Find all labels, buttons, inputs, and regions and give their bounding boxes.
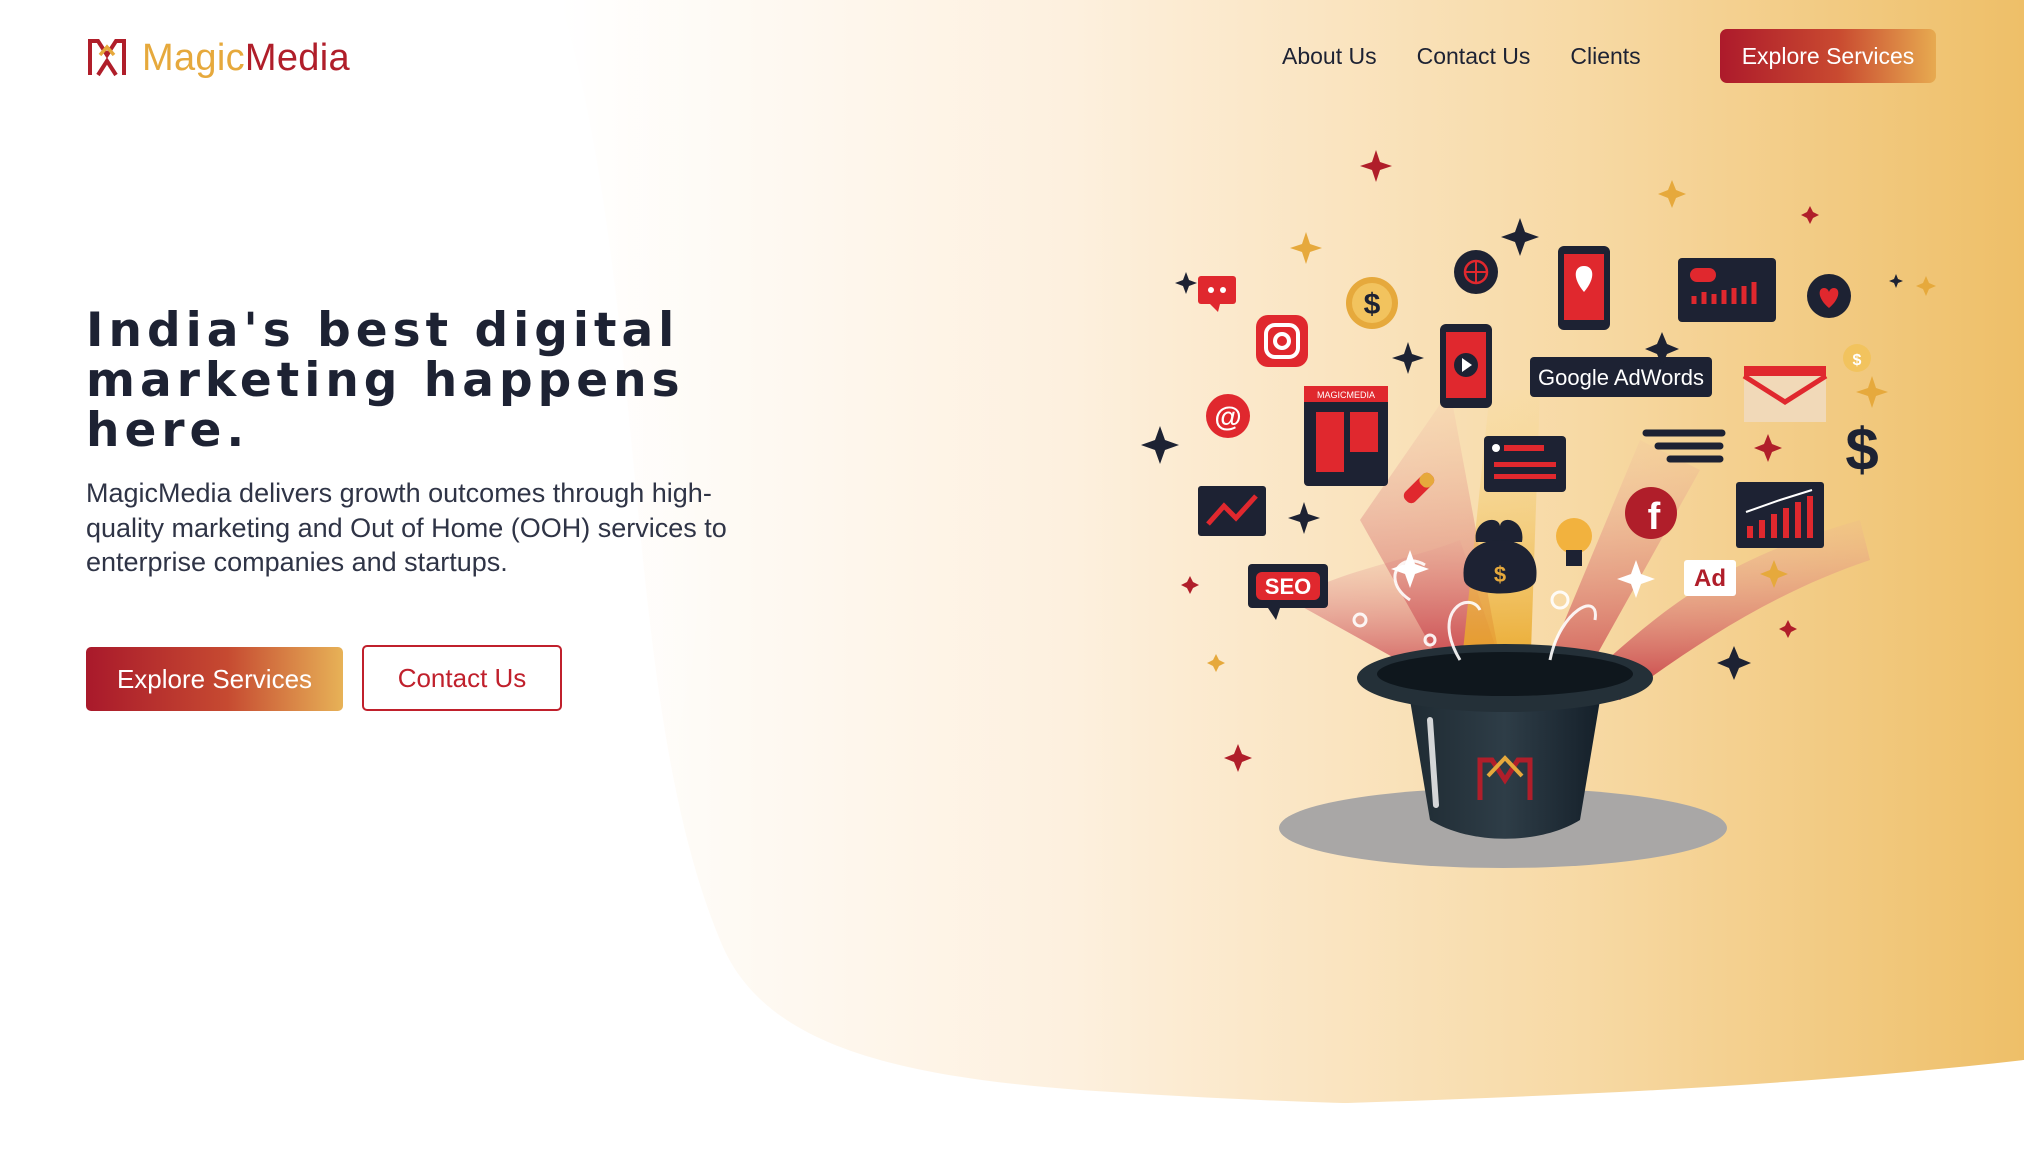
heart-icon bbox=[1807, 274, 1851, 318]
nav-explore-services-button[interactable]: Explore Services bbox=[1720, 29, 1936, 83]
google-adwords-icon: Google AdWords bbox=[1530, 357, 1712, 397]
small-dollar-coin-icon: $ bbox=[1843, 344, 1871, 372]
at-sign-icon: @ bbox=[1206, 394, 1250, 438]
svg-text:$: $ bbox=[1845, 416, 1878, 483]
svg-text:@: @ bbox=[1214, 401, 1241, 432]
svg-text:$: $ bbox=[1364, 288, 1381, 321]
site-header: MagicMedia About Us Contact Us Clients E… bbox=[0, 0, 2024, 112]
svg-text:Ad: Ad bbox=[1694, 565, 1726, 592]
brand-name: MagicMedia bbox=[142, 39, 350, 77]
browser-window-icon bbox=[1484, 436, 1566, 492]
dollar-icon: $ bbox=[1845, 416, 1878, 483]
chat-icon bbox=[1198, 276, 1236, 312]
hero-illustration: $ Google AdWords $ $ @ MAGICMEDIA f $ SE… bbox=[1141, 150, 1936, 868]
phone-location-icon bbox=[1558, 246, 1610, 330]
nav-about-us[interactable]: About Us bbox=[1282, 43, 1377, 70]
svg-text:$: $ bbox=[1853, 352, 1862, 369]
hero-title: India's best digital marketing happens h… bbox=[86, 303, 685, 458]
video-phone-icon bbox=[1440, 324, 1492, 408]
dashboard-icon bbox=[1678, 258, 1776, 322]
svg-text:SEO: SEO bbox=[1265, 574, 1311, 599]
lightbulb-icon bbox=[1556, 518, 1592, 566]
bar-chart-icon bbox=[1736, 482, 1824, 548]
trend-chart-icon bbox=[1198, 486, 1266, 536]
magicmedia-logo-icon bbox=[88, 39, 126, 77]
svg-text:MAGICMEDIA: MAGICMEDIA bbox=[1317, 390, 1375, 400]
facebook-icon: f bbox=[1625, 487, 1677, 539]
magicmedia-badge-icon: MAGICMEDIA bbox=[1304, 386, 1388, 486]
nav-contact-us[interactable]: Contact Us bbox=[1417, 43, 1531, 70]
instagram-icon bbox=[1256, 315, 1308, 367]
svg-text:$: $ bbox=[1494, 562, 1506, 587]
svg-text:f: f bbox=[1648, 496, 1661, 538]
ad-icon: Ad bbox=[1684, 560, 1736, 596]
globe-icon bbox=[1454, 250, 1498, 294]
contact-us-button[interactable]: Contact Us bbox=[362, 645, 562, 711]
brand-logo[interactable]: MagicMedia bbox=[86, 34, 350, 82]
brand-name-part1: Magic bbox=[142, 37, 245, 79]
hero-description: MagicMedia delivers growth outcomes thro… bbox=[86, 478, 727, 577]
brand-name-part2: Media bbox=[244, 37, 350, 79]
nav-clients[interactable]: Clients bbox=[1570, 43, 1640, 70]
dollar-coin-icon: $ bbox=[1346, 277, 1398, 329]
explore-services-button[interactable]: Explore Services bbox=[86, 647, 343, 711]
svg-text:Google AdWords: Google AdWords bbox=[1538, 365, 1704, 390]
mail-icon bbox=[1742, 366, 1828, 422]
